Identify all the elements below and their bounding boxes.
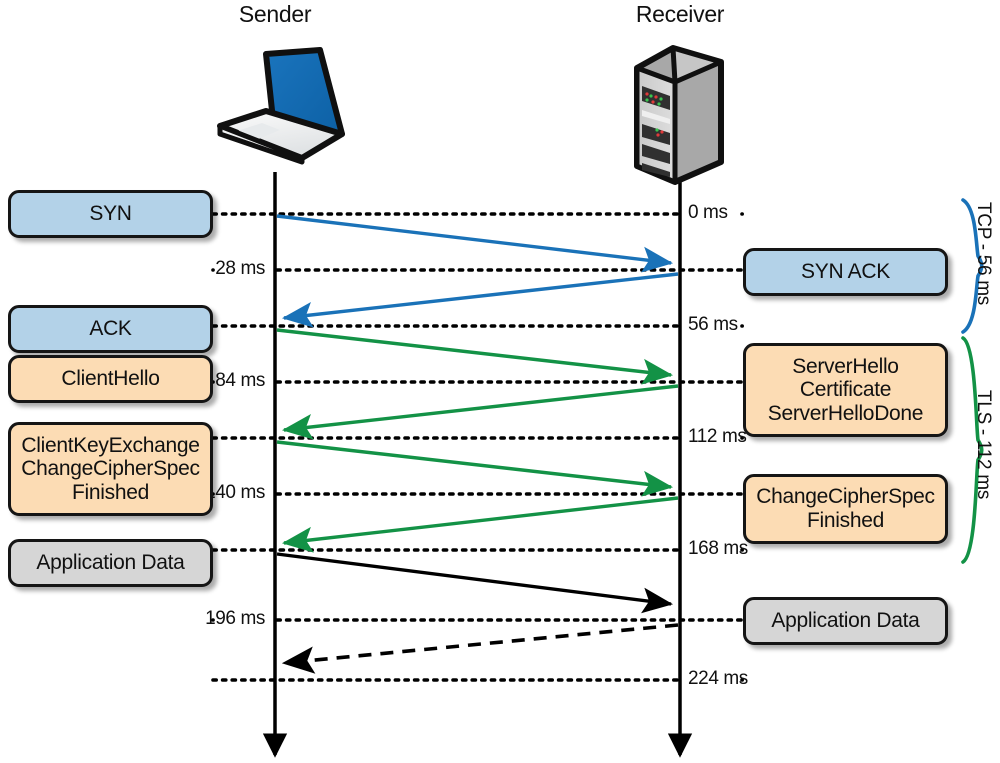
app-data-arrow [276,552,674,614]
message-box-syn[interactable]: SYN [8,190,213,238]
message-box-label: ServerHello Certificate ServerHelloDone [767,354,924,425]
actor-label-receiver: Receiver [635,1,725,27]
app-data-reply [281,623,679,674]
message-box-syn-ack[interactable]: SYN ACK [743,248,948,296]
message-box-label: Application Data [771,609,920,633]
syn-ack-arrow [281,272,679,328]
message-box-label: ChangeCipherSpec Finished [756,485,935,532]
message-box-label: Application Data [36,551,185,575]
change-cipher-arrow [281,496,679,553]
message-box-label: ClientHello [61,367,160,391]
ack-arrow [276,328,674,385]
syn-arrow [276,214,674,273]
message-box-change-cipher[interactable]: ChangeCipherSpec Finished [743,474,948,544]
message-box-label: SYN [89,202,132,226]
time-label: 168 ms [688,538,748,559]
time-label: 196 ms [205,608,265,629]
server-hello-arrow [281,384,679,440]
actor-label-sender: Sender [238,1,312,27]
message-box-client-key-exchange[interactable]: ClientKeyExchange ChangeCipherSpec Finishe… [8,422,213,516]
tls-handshake-diagram: Sender Receiver 0 ms 28 ms 56 ms 84 ms 112 m… [0,0,1000,763]
laptop-icon [217,47,345,165]
message-box-server-hello[interactable]: ServerHello Certificate ServerHelloDone [743,343,948,437]
client-key-arrow [276,440,674,497]
time-label: 0 ms [688,202,728,223]
time-label: 28 ms [215,258,265,279]
tcp-brace-label: TCP - 56 ms [973,202,994,305]
tls-brace-label: TLS - 112 ms [973,390,994,500]
time-label: 56 ms [688,314,738,335]
message-box-label: ClientKeyExchange ChangeCipherSpec Finishe… [21,433,200,504]
time-label: 224 ms [688,668,748,689]
message-box-label: ACK [89,317,132,341]
message-box-application-data[interactable]: Application Data [8,539,213,587]
message-box-application-data[interactable]: Application Data [743,597,948,645]
message-box-label: SYN ACK [801,260,890,284]
message-box-ack[interactable]: ACK [8,305,213,353]
message-box-client-hello[interactable]: ClientHello [8,355,213,403]
time-label: 112 ms [688,426,747,447]
server-icon [634,45,724,185]
